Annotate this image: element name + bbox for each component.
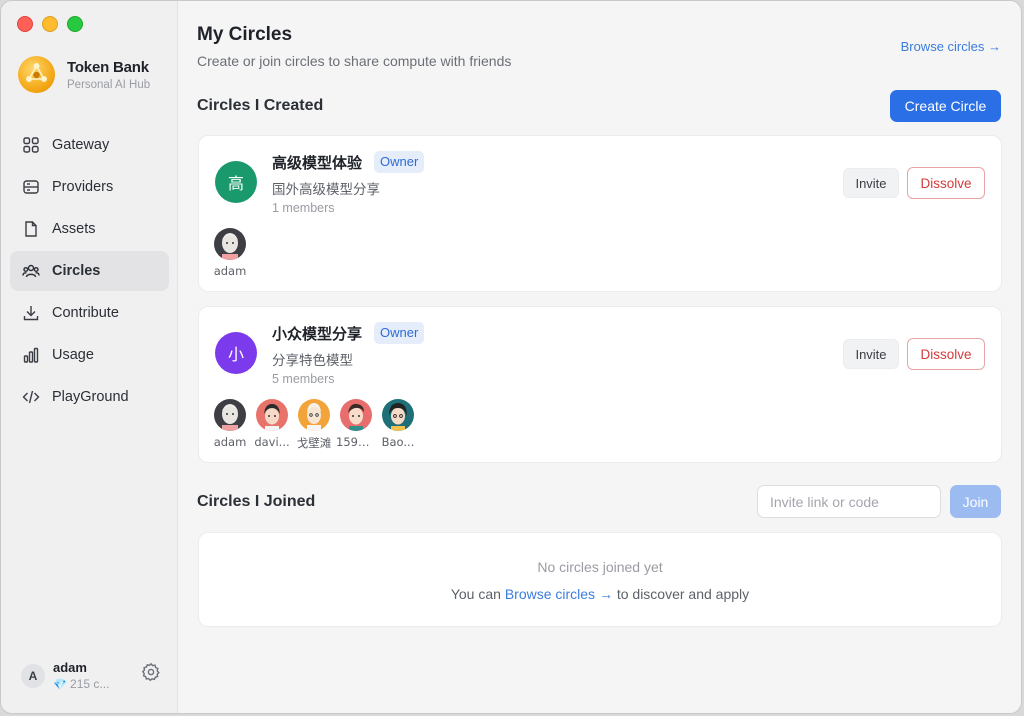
circle-card: 小 小众模型分享 Owner 分享特色模型 5 members Invite D… bbox=[198, 306, 1002, 463]
member-name: adam bbox=[213, 264, 247, 278]
grid-icon bbox=[23, 137, 39, 153]
diamond-icon: 💎 bbox=[53, 679, 67, 691]
sidebar-item-label: PlayGround bbox=[52, 389, 129, 405]
app-window: Token Bank Personal AI Hub Gateway Provi… bbox=[0, 0, 1022, 714]
member-avatar bbox=[340, 399, 372, 431]
invite-code-input[interactable] bbox=[757, 485, 941, 518]
member-item[interactable]: davi... bbox=[254, 399, 290, 451]
member-name: 1597... bbox=[336, 435, 376, 449]
document-icon bbox=[25, 221, 37, 237]
invite-button[interactable]: Invite bbox=[843, 339, 899, 369]
browse-circles-link[interactable]: Browse circles → bbox=[901, 39, 1001, 54]
empty-state-title: No circles joined yet bbox=[537, 559, 663, 575]
download-icon bbox=[23, 306, 39, 321]
joined-section-title: Circles I Joined bbox=[197, 493, 316, 510]
circle-avatar: 高 bbox=[215, 161, 257, 203]
users-icon bbox=[22, 264, 40, 278]
member-name: 戈壁滩 bbox=[296, 436, 332, 450]
window-controls bbox=[17, 16, 83, 32]
join-button[interactable]: Join bbox=[950, 485, 1001, 518]
circle-name: 小众模型分享 bbox=[272, 325, 363, 343]
close-window-button[interactable] bbox=[17, 16, 33, 32]
circle-description: 国外高级模型分享 bbox=[272, 182, 380, 198]
member-avatar bbox=[298, 399, 330, 431]
user-credits: 💎 215 c... bbox=[53, 677, 110, 691]
member-name: Bao... bbox=[381, 435, 415, 449]
owner-badge: Owner bbox=[374, 151, 425, 173]
invite-button[interactable]: Invite bbox=[843, 168, 899, 198]
sidebar-item-label: Usage bbox=[52, 347, 94, 363]
server-icon bbox=[23, 180, 39, 194]
sidebar-item-label: Contribute bbox=[52, 305, 119, 321]
sidebar-item-gateway[interactable]: Gateway bbox=[10, 125, 169, 165]
sidebar-item-playground[interactable]: PlayGround bbox=[10, 377, 169, 417]
member-name: adam bbox=[213, 435, 247, 449]
page-subtitle: Create or join circles to share compute … bbox=[197, 53, 512, 69]
member-avatar bbox=[256, 399, 288, 431]
dissolve-button[interactable]: Dissolve bbox=[907, 338, 985, 370]
sidebar: Token Bank Personal AI Hub Gateway Provi… bbox=[1, 1, 178, 713]
brand-name: Token Bank bbox=[67, 58, 149, 76]
user-avatar: A bbox=[21, 663, 45, 688]
circle-member-count: 5 members bbox=[272, 372, 335, 386]
joined-empty-state: No circles joined yet You can Browse cir… bbox=[198, 532, 1002, 627]
gear-icon[interactable] bbox=[141, 662, 161, 682]
member-avatar bbox=[214, 399, 246, 431]
minimize-window-button[interactable] bbox=[42, 16, 58, 32]
member-item[interactable]: Bao... bbox=[382, 399, 414, 451]
empty-state-description: You can Browse circles → to discover and… bbox=[450, 586, 750, 602]
zoom-window-button[interactable] bbox=[67, 16, 83, 32]
circle-card: 高 高级模型体验 Owner 国外高级模型分享 1 members Invite… bbox=[198, 135, 1002, 292]
bar-chart-icon bbox=[23, 347, 39, 363]
member-list: adam bbox=[214, 228, 246, 278]
member-list: adam davi... 戈壁滩 1597... Bao... bbox=[214, 399, 414, 451]
member-avatar bbox=[214, 228, 246, 260]
sidebar-item-usage[interactable]: Usage bbox=[10, 335, 169, 375]
brand: Token Bank Personal AI Hub bbox=[18, 56, 150, 93]
sidebar-item-label: Providers bbox=[52, 179, 114, 195]
browse-circles-inline-link[interactable]: Browse circles → bbox=[505, 586, 613, 602]
brand-subtitle: Personal AI Hub bbox=[67, 78, 151, 91]
circle-name: 高级模型体验 bbox=[272, 154, 363, 172]
circle-member-count: 1 members bbox=[272, 201, 335, 215]
token-bank-logo-icon bbox=[18, 56, 55, 93]
user-profile[interactable]: A adam 💎 215 c... bbox=[21, 660, 161, 691]
sidebar-item-label: Assets bbox=[52, 221, 96, 237]
owner-badge: Owner bbox=[374, 322, 425, 344]
user-name: adam bbox=[53, 660, 87, 675]
dissolve-button[interactable]: Dissolve bbox=[907, 167, 985, 199]
member-avatar bbox=[382, 399, 414, 431]
member-item[interactable]: 1597... bbox=[336, 399, 376, 451]
sidebar-item-label: Gateway bbox=[52, 137, 110, 153]
code-icon bbox=[22, 390, 40, 404]
member-item[interactable]: adam bbox=[214, 228, 246, 278]
sidebar-item-label: Circles bbox=[52, 263, 101, 279]
sidebar-item-assets[interactable]: Assets bbox=[10, 209, 169, 249]
main-content: My Circles Create or join circles to sha… bbox=[178, 1, 1021, 713]
sidebar-item-contribute[interactable]: Contribute bbox=[10, 293, 169, 333]
circle-avatar: 小 bbox=[215, 332, 257, 374]
sidebar-item-providers[interactable]: Providers bbox=[10, 167, 169, 207]
create-circle-button[interactable]: Create Circle bbox=[890, 90, 1001, 122]
page-title: My Circles bbox=[197, 24, 293, 45]
sidebar-nav: Gateway Providers Assets Circles Contrib… bbox=[10, 125, 169, 419]
member-item[interactable]: 戈壁滩 bbox=[297, 399, 331, 451]
circle-description: 分享特色模型 bbox=[272, 353, 353, 369]
sidebar-item-circles[interactable]: Circles bbox=[10, 251, 169, 291]
created-section-title: Circles I Created bbox=[197, 97, 324, 114]
member-item[interactable]: adam bbox=[214, 399, 246, 451]
member-name: davi... bbox=[254, 435, 290, 449]
